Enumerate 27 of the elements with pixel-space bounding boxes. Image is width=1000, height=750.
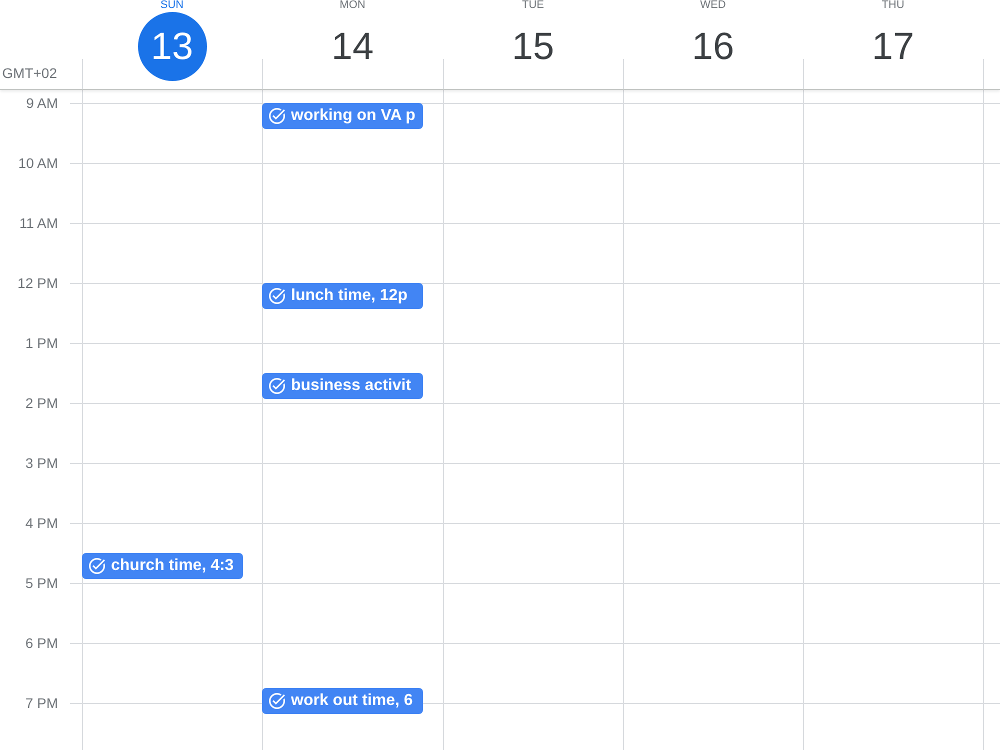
weekday-label: WED: [700, 0, 726, 11]
hour-label: 4 PM: [25, 514, 58, 532]
weekday-label: THU: [882, 0, 904, 11]
hour-label: 2 PM: [25, 394, 58, 412]
weekday-label: MON: [340, 0, 366, 11]
event-chip[interactable]: business activit: [262, 373, 423, 399]
hour-label: 6 PM: [25, 634, 58, 652]
date-button[interactable]: 14: [331, 28, 374, 66]
date-button[interactable]: 17: [872, 28, 914, 66]
hour-label: 7 PM: [25, 694, 58, 712]
timezone-label: GMT+02: [2, 65, 57, 81]
hour-label: 5 PM: [25, 574, 58, 592]
weekday-label: SUN: [160, 0, 184, 11]
weekday-label: TUE: [522, 0, 544, 11]
hour-label: 12 PM: [18, 274, 58, 292]
date-button[interactable]: 13: [138, 12, 206, 81]
event-chip[interactable]: work out time, 6: [262, 688, 423, 714]
event-chip[interactable]: lunch time, 12p: [262, 283, 423, 309]
date-button[interactable]: 16: [692, 28, 734, 66]
event-chip[interactable]: working on VA p: [262, 103, 423, 129]
event-chip[interactable]: church time, 4:3: [82, 553, 243, 579]
hour-label: 10 AM: [18, 154, 58, 172]
date-button[interactable]: 15: [512, 28, 554, 66]
hour-label: 1 PM: [25, 334, 58, 352]
hour-label: 11 AM: [19, 214, 58, 232]
hour-label: 9 AM: [26, 94, 58, 112]
hour-label: 3 PM: [25, 454, 58, 472]
